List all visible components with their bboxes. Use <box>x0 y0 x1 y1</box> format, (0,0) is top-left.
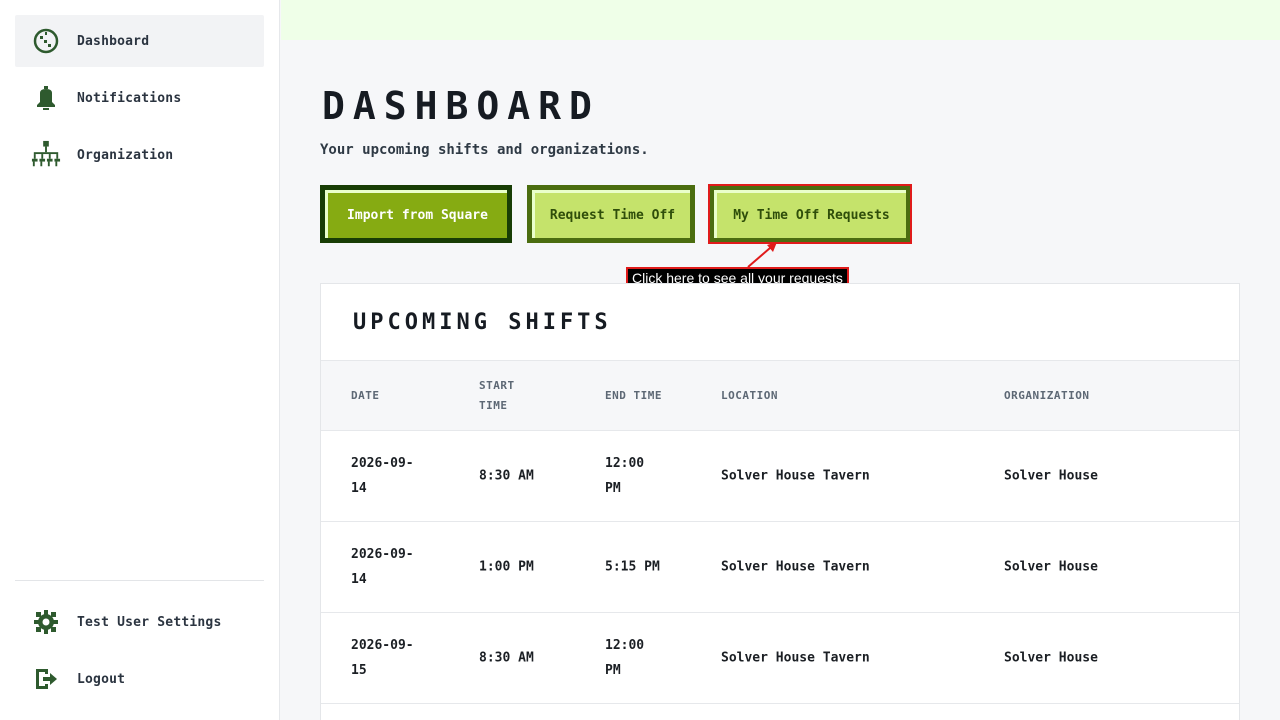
cell-location: Solver House Tavern <box>721 559 870 575</box>
cell-date: 2026-09-14 <box>351 456 414 496</box>
cell-organization: Solver House <box>1004 650 1098 666</box>
cell-end-time: 5:15 PM <box>605 559 660 575</box>
org-chart-icon <box>31 140 61 170</box>
gear-icon <box>31 607 61 637</box>
sidebar-item-label: Dashboard <box>77 33 150 49</box>
cell-end-time: 12:00 PM <box>605 638 645 678</box>
column-header-date: DATE <box>351 388 380 402</box>
table-row[interactable]: 2026-09-15 8:30 AM 12:00 PM Solver House… <box>321 613 1239 704</box>
sidebar-item-label: Test User Settings <box>77 614 222 630</box>
cell-organization: Solver House <box>1004 559 1098 575</box>
cell-start-time: 8:30 AM <box>479 468 534 484</box>
sidebar-item-logout[interactable]: Logout <box>15 653 264 705</box>
sidebar-item-notifications[interactable]: Notifications <box>15 72 264 124</box>
request-time-off-button[interactable]: Request Time Off <box>527 185 695 243</box>
cell-start-time: 8:30 AM <box>479 650 534 666</box>
sidebar-item-label: Logout <box>77 671 126 687</box>
top-banner-strip <box>281 0 1280 40</box>
column-header-organization: ORGANIZATION <box>1004 388 1090 402</box>
cell-location: Solver House Tavern <box>721 650 870 666</box>
cell-date: 2026-09-14 <box>351 547 414 587</box>
annotation-arrow <box>747 242 777 268</box>
import-from-square-button[interactable]: Import from Square <box>320 185 512 243</box>
upcoming-shifts-card: UPCOMING SHIFTS DATE START TIME END TIME… <box>320 283 1240 720</box>
sidebar: Dashboard Notifications Organization Tes… <box>0 0 280 720</box>
sidebar-item-organization[interactable]: Organization <box>15 129 264 181</box>
sidebar-item-label: Organization <box>77 147 174 163</box>
column-header-end-time: END TIME <box>605 388 662 402</box>
cell-start-time: 1:00 PM <box>479 559 534 575</box>
bell-icon <box>31 83 61 113</box>
column-header-location: LOCATION <box>721 388 778 402</box>
cell-location: Solver House Tavern <box>721 468 870 484</box>
my-time-off-requests-button[interactable]: My Time Off Requests <box>708 184 912 244</box>
dashboard-icon <box>31 26 61 56</box>
button-label: My Time Off Requests <box>714 190 906 238</box>
cell-organization: Solver House <box>1004 468 1098 484</box>
sidebar-item-settings[interactable]: Test User Settings <box>15 596 264 648</box>
logout-icon <box>31 664 61 694</box>
page-title: DASHBOARD <box>322 84 600 128</box>
sidebar-item-dashboard[interactable]: Dashboard <box>15 15 264 67</box>
column-header-start-time: START TIME <box>479 378 515 412</box>
table-header: DATE START TIME END TIME LOCATION ORGANI… <box>321 360 1239 431</box>
button-label: Import from Square <box>325 190 507 238</box>
sidebar-divider <box>15 580 264 581</box>
cell-date: 2026-09-15 <box>351 638 414 678</box>
page-subtitle: Your upcoming shifts and organizations. <box>320 142 649 158</box>
table-row[interactable]: 2026-09-14 1:00 PM 5:15 PM Solver House … <box>321 522 1239 613</box>
button-label: Request Time Off <box>532 190 690 238</box>
card-title: UPCOMING SHIFTS <box>353 310 612 335</box>
sidebar-item-label: Notifications <box>77 90 182 106</box>
cell-end-time: 12:00 PM <box>605 456 645 496</box>
table-row[interactable]: 2026-09-14 8:30 AM 12:00 PM Solver House… <box>321 431 1239 522</box>
